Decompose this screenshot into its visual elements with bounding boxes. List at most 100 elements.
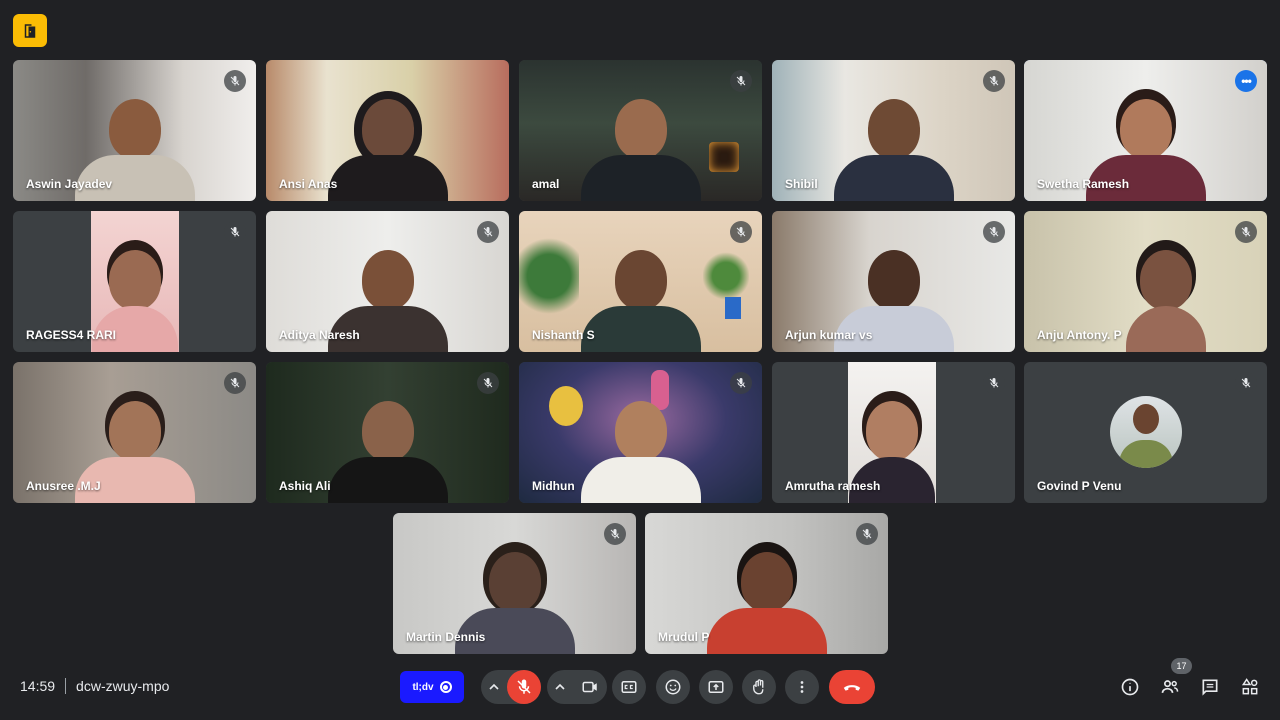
mic-off-icon bbox=[983, 221, 1005, 243]
chat-button[interactable] bbox=[1198, 675, 1222, 699]
participant-name: Amrutha ramesh bbox=[785, 479, 881, 493]
activities-icon bbox=[1241, 678, 1258, 695]
camera-control-group bbox=[547, 670, 607, 704]
participant-tile[interactable]: Aswin Jayadev bbox=[13, 60, 256, 201]
mic-toggle-button[interactable] bbox=[507, 670, 541, 704]
tldv-label: tl;dv bbox=[412, 681, 434, 693]
participant-tile[interactable]: Aditya Naresh bbox=[266, 211, 509, 352]
participant-tile[interactable]: Mrudul P bbox=[645, 513, 888, 654]
mic-off-icon bbox=[1235, 221, 1257, 243]
meeting-details-button[interactable] bbox=[1118, 675, 1142, 699]
participant-name: Ashiq Ali bbox=[279, 479, 331, 493]
participant-video bbox=[580, 99, 701, 201]
mic-off-icon bbox=[604, 523, 626, 545]
participant-name: Shibil bbox=[785, 177, 818, 191]
mic-off-icon bbox=[224, 372, 246, 394]
clock: 14:59 bbox=[20, 678, 56, 694]
chevron-up-icon bbox=[489, 683, 499, 690]
mic-off-icon bbox=[477, 221, 499, 243]
participant-name: Martin Dennis bbox=[406, 630, 486, 644]
raise-hand-button[interactable] bbox=[742, 670, 776, 704]
more-options-button[interactable] bbox=[785, 670, 819, 704]
participant-name: Nishanth S bbox=[532, 328, 595, 342]
mic-off-icon bbox=[224, 70, 246, 92]
participant-name: RAGESS4 RARI bbox=[26, 328, 117, 342]
mic-off-icon bbox=[477, 372, 499, 394]
participant-tile[interactable]: RAGESS4 RARI bbox=[13, 211, 256, 352]
participant-name: Aswin Jayadev bbox=[26, 177, 113, 191]
door-icon bbox=[24, 23, 36, 38]
participant-name: Ansi Anas bbox=[279, 177, 338, 191]
participant-name: Anju Antony. P bbox=[1037, 328, 1122, 342]
hangup-icon bbox=[843, 685, 861, 691]
participant-tile[interactable]: Anju Antony. P bbox=[1024, 211, 1267, 352]
meeting-info: 14:59 dcw-zwuy-mpo bbox=[20, 678, 169, 694]
more-options-icon[interactable]: ••• bbox=[1235, 70, 1257, 92]
people-button[interactable] bbox=[1158, 675, 1182, 699]
record-icon bbox=[439, 681, 452, 693]
participant-tile[interactable]: Nishanth S bbox=[519, 211, 762, 352]
mic-off-icon bbox=[1235, 372, 1257, 394]
participant-tile[interactable]: Midhun bbox=[519, 362, 762, 503]
mic-off-icon bbox=[856, 523, 878, 545]
participant-name: Midhun bbox=[532, 479, 575, 493]
mic-off-icon bbox=[517, 679, 531, 694]
mic-off-icon bbox=[224, 221, 246, 243]
emoji-icon bbox=[665, 679, 681, 695]
participant-name: Govind P Venu bbox=[1037, 479, 1122, 493]
participant-name: Anusree .M.J bbox=[26, 479, 101, 493]
camera-toggle-button[interactable] bbox=[573, 670, 607, 704]
participant-name: Aditya Naresh bbox=[279, 328, 360, 342]
captions-button[interactable] bbox=[612, 670, 646, 704]
chevron-up-icon bbox=[555, 683, 565, 690]
participant-tile-active-speaker[interactable]: ••• Swetha Ramesh bbox=[1024, 60, 1267, 201]
participant-name: Swetha Ramesh bbox=[1037, 177, 1130, 191]
meeting-code: dcw-zwuy-mpo bbox=[76, 678, 170, 694]
participant-tile[interactable]: Ashiq Ali bbox=[266, 362, 509, 503]
mic-off-icon bbox=[730, 221, 752, 243]
avatar bbox=[1109, 396, 1182, 468]
participant-video bbox=[327, 99, 448, 201]
participant-tile[interactable]: amal bbox=[519, 60, 762, 201]
reactions-button[interactable] bbox=[656, 670, 690, 704]
participant-video bbox=[1126, 250, 1206, 352]
video-options-chevron[interactable] bbox=[547, 670, 573, 704]
participant-count-badge: 17 bbox=[1171, 658, 1192, 674]
leave-call-button[interactable] bbox=[829, 670, 875, 704]
participant-video bbox=[580, 250, 701, 352]
audio-options-chevron[interactable] bbox=[481, 670, 507, 704]
mic-off-icon bbox=[983, 372, 1005, 394]
participant-video bbox=[833, 99, 954, 201]
activities-button[interactable] bbox=[1238, 675, 1262, 699]
more-vert-icon bbox=[800, 681, 804, 693]
participant-tile[interactable]: Shibil bbox=[772, 60, 1015, 201]
meet-window: Aswin Jayadev Ansi Anas amal Shibil ••• … bbox=[0, 0, 1280, 720]
mic-control-group bbox=[481, 670, 541, 704]
participant-name: Mrudul P bbox=[658, 630, 710, 644]
participant-video bbox=[706, 552, 827, 654]
participant-video bbox=[580, 401, 701, 503]
present-icon bbox=[708, 681, 724, 693]
meet-logo-button[interactable] bbox=[13, 14, 47, 47]
participant-tile[interactable]: Ansi Anas bbox=[266, 60, 509, 201]
present-button[interactable] bbox=[699, 670, 733, 704]
participant-name: amal bbox=[532, 177, 560, 191]
participant-video bbox=[327, 401, 448, 503]
participant-name: Arjun kumar vs bbox=[785, 328, 873, 342]
captions-icon bbox=[621, 681, 637, 693]
info-icon bbox=[1121, 678, 1139, 696]
raise-hand-icon bbox=[753, 679, 764, 695]
participant-tile[interactable]: Martin Dennis bbox=[393, 513, 636, 654]
divider bbox=[65, 678, 67, 694]
camera-icon bbox=[582, 681, 597, 693]
participant-tile[interactable]: Arjun kumar vs bbox=[772, 211, 1015, 352]
mic-off-icon bbox=[730, 372, 752, 394]
chat-icon bbox=[1202, 679, 1218, 696]
participant-tile[interactable]: Govind P Venu bbox=[1024, 362, 1267, 503]
tldv-extension-button[interactable]: tl;dv bbox=[400, 671, 464, 703]
people-icon bbox=[1161, 680, 1179, 693]
participant-tile[interactable]: Anusree .M.J bbox=[13, 362, 256, 503]
control-bar: 14:59 dcw-zwuy-mpo tl;dv 17 bbox=[0, 658, 1280, 710]
participant-tile[interactable]: Amrutha ramesh bbox=[772, 362, 1015, 503]
mic-off-icon bbox=[983, 70, 1005, 92]
